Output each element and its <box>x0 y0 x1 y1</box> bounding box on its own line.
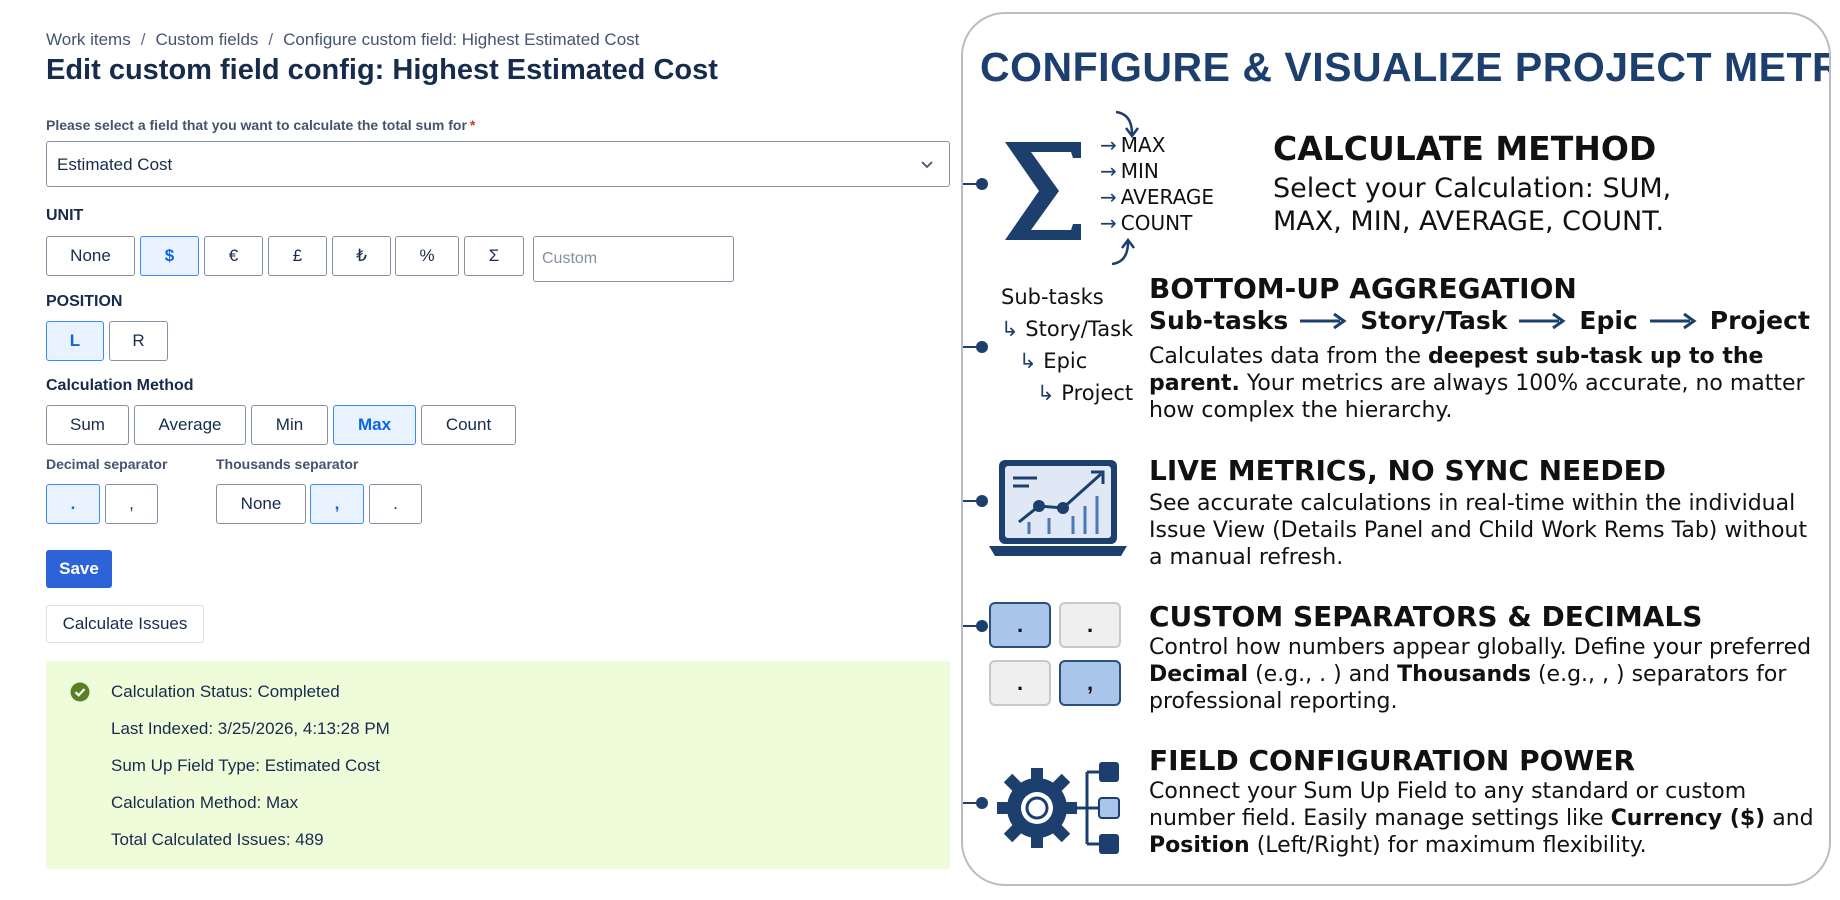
position-right-button[interactable]: R <box>109 321 168 361</box>
decimal-comma-button[interactable]: , <box>105 484 158 524</box>
infographic-title: CONFIGURE & VISUALIZE PROJECT METRICS <box>980 44 1831 90</box>
unit-dollar-button[interactable]: $ <box>140 236 199 276</box>
position-label: POSITION <box>46 293 123 310</box>
field-select-label: Please select a field that you want to c… <box>46 117 475 133</box>
method-count-button[interactable]: Count <box>421 405 516 445</box>
breadcrumb-separator: / <box>140 30 146 49</box>
method-min-button[interactable]: Min <box>251 405 328 445</box>
section-text-live-metrics: See accurate calculations in real-time w… <box>1149 491 1808 570</box>
field-select-label-text: Please select a field that you want to c… <box>46 117 467 133</box>
section-text-calculate: Select your Calculation: SUM, MAX, MIN, … <box>1273 172 1671 238</box>
feature-infographic: CONFIGURE & VISUALIZE PROJECT METRICS → M… <box>961 12 1831 886</box>
unit-euro-button[interactable]: € <box>204 236 263 276</box>
field-select[interactable]: Estimated Cost <box>46 141 950 187</box>
separator-sample-box: . <box>989 660 1051 706</box>
calculation-status-panel: Calculation Status: Completed Last Index… <box>46 661 950 869</box>
breadcrumb-work-items[interactable]: Work items <box>46 30 131 49</box>
calculate-issues-button[interactable]: Calculate Issues <box>46 605 204 643</box>
flow-step: Project <box>1709 306 1810 335</box>
breadcrumb-custom-fields[interactable]: Custom fields <box>155 30 258 49</box>
position-left-button[interactable]: L <box>46 321 104 361</box>
calc-text-line-2: MAX, MIN, AVERAGE, COUNT. <box>1273 206 1665 237</box>
connector-dot-icon <box>963 495 988 507</box>
right-arrow-icon <box>1300 312 1347 329</box>
breadcrumb-current[interactable]: Configure custom field: Highest Estimate… <box>283 30 639 49</box>
thousands-separator-label: Thousands separator <box>216 456 359 472</box>
flow-step: Epic <box>1579 306 1638 335</box>
hierarchy-tree-item: ↳ Story/Task <box>1001 317 1134 341</box>
decimal-dot-button[interactable]: . <box>46 484 100 524</box>
separator-sample-box: . <box>989 602 1051 648</box>
hierarchy-tree-item: ↳ Epic <box>1019 349 1088 373</box>
sigma-icon <box>1005 142 1081 240</box>
unit-custom-input[interactable] <box>533 236 734 282</box>
section-text-separators: Control how numbers appear globally. Def… <box>1149 635 1812 714</box>
section-heading-aggregation: BOTTOM-UP AGGREGATION <box>1149 272 1577 305</box>
separator-sample-box: . <box>1059 602 1121 648</box>
calc-list-item: → MIN <box>1100 159 1159 183</box>
breadcrumb: Work items / Custom fields / Configure custo… <box>46 30 639 50</box>
curved-arrow-icon <box>1111 237 1135 266</box>
section-heading-live-metrics: LIVE METRICS, NO SYNC NEEDED <box>1149 454 1666 487</box>
status-line-last-indexed: Last Indexed: 3/25/2026, 4:13:28 PM <box>111 719 390 738</box>
unit-lira-button[interactable]: ₺ <box>332 236 391 276</box>
unit-label: UNIT <box>46 207 84 224</box>
hierarchy-tree-item: Sub-tasks <box>1001 285 1104 309</box>
save-button[interactable]: Save <box>46 550 112 588</box>
calc-method-list: → MAX → MIN → AVERAGE → COUNT <box>1100 132 1214 236</box>
unit-percent-button[interactable]: % <box>395 236 459 276</box>
section-heading-calculate: CALCULATE METHOD <box>1273 129 1657 168</box>
calc-list-item: → AVERAGE <box>1100 185 1215 209</box>
status-line-method: Calculation Method: Max <box>111 793 299 812</box>
method-average-button[interactable]: Average <box>134 405 246 445</box>
chevron-down-icon <box>921 161 933 169</box>
gear-settings-icon <box>997 762 1120 854</box>
section-heading-separators: CUSTOM SEPARATORS & DECIMALS <box>1149 600 1703 633</box>
calc-list-item: → COUNT <box>1100 211 1193 235</box>
required-mark: * <box>469 117 476 133</box>
status-line-total-issues: Total Calculated Issues: 489 <box>111 830 324 849</box>
calc-list-item: → MAX <box>1100 133 1166 157</box>
thousands-none-button[interactable]: None <box>216 484 306 524</box>
status-line-status: Calculation Status: Completed <box>111 682 340 701</box>
connector-dot-icon <box>963 341 988 353</box>
unit-none-button[interactable]: None <box>46 236 135 276</box>
method-sum-button[interactable]: Sum <box>46 405 129 445</box>
field-select-value: Estimated Cost <box>57 155 173 174</box>
hierarchy-tree-item: ↳ Project <box>1037 381 1134 405</box>
laptop-chart-icon <box>989 460 1127 556</box>
thousands-comma-button[interactable]: , <box>310 484 364 524</box>
connector-dot-icon <box>963 620 988 632</box>
section-text-aggregation: Calculates data from the deepest sub-tas… <box>1149 344 1805 423</box>
unit-pound-button[interactable]: £ <box>268 236 327 276</box>
method-max-button[interactable]: Max <box>333 405 416 445</box>
aggregation-flow: Sub-tasks Story/Task Epic Project <box>1149 306 1810 335</box>
calc-text-line-1: Select your Calculation: SUM, <box>1273 173 1672 204</box>
section-heading-field-config: FIELD CONFIGURATION POWER <box>1149 744 1636 777</box>
thousands-dot-button[interactable]: . <box>369 484 422 524</box>
calculation-method-label: Calculation Method <box>46 377 194 394</box>
page-title: Edit custom field config: Highest Estima… <box>46 54 718 86</box>
right-arrow-icon <box>1649 312 1697 329</box>
separator-sample-box: , <box>1059 660 1121 706</box>
flow-step: Story/Task <box>1360 306 1508 335</box>
breadcrumb-separator: / <box>268 30 274 49</box>
check-circle-icon <box>70 682 90 702</box>
unit-sigma-button[interactable]: Σ <box>464 236 524 276</box>
flow-step: Sub-tasks <box>1149 306 1289 335</box>
status-line-field-type: Sum Up Field Type: Estimated Cost <box>111 756 380 775</box>
right-arrow-icon <box>1519 312 1567 329</box>
section-text-field-config: Connect your Sum Up Field to any standar… <box>1149 779 1814 858</box>
connector-dot-icon <box>963 178 988 190</box>
connector-dot-icon <box>963 797 988 809</box>
decimal-separator-label: Decimal separator <box>46 456 168 472</box>
